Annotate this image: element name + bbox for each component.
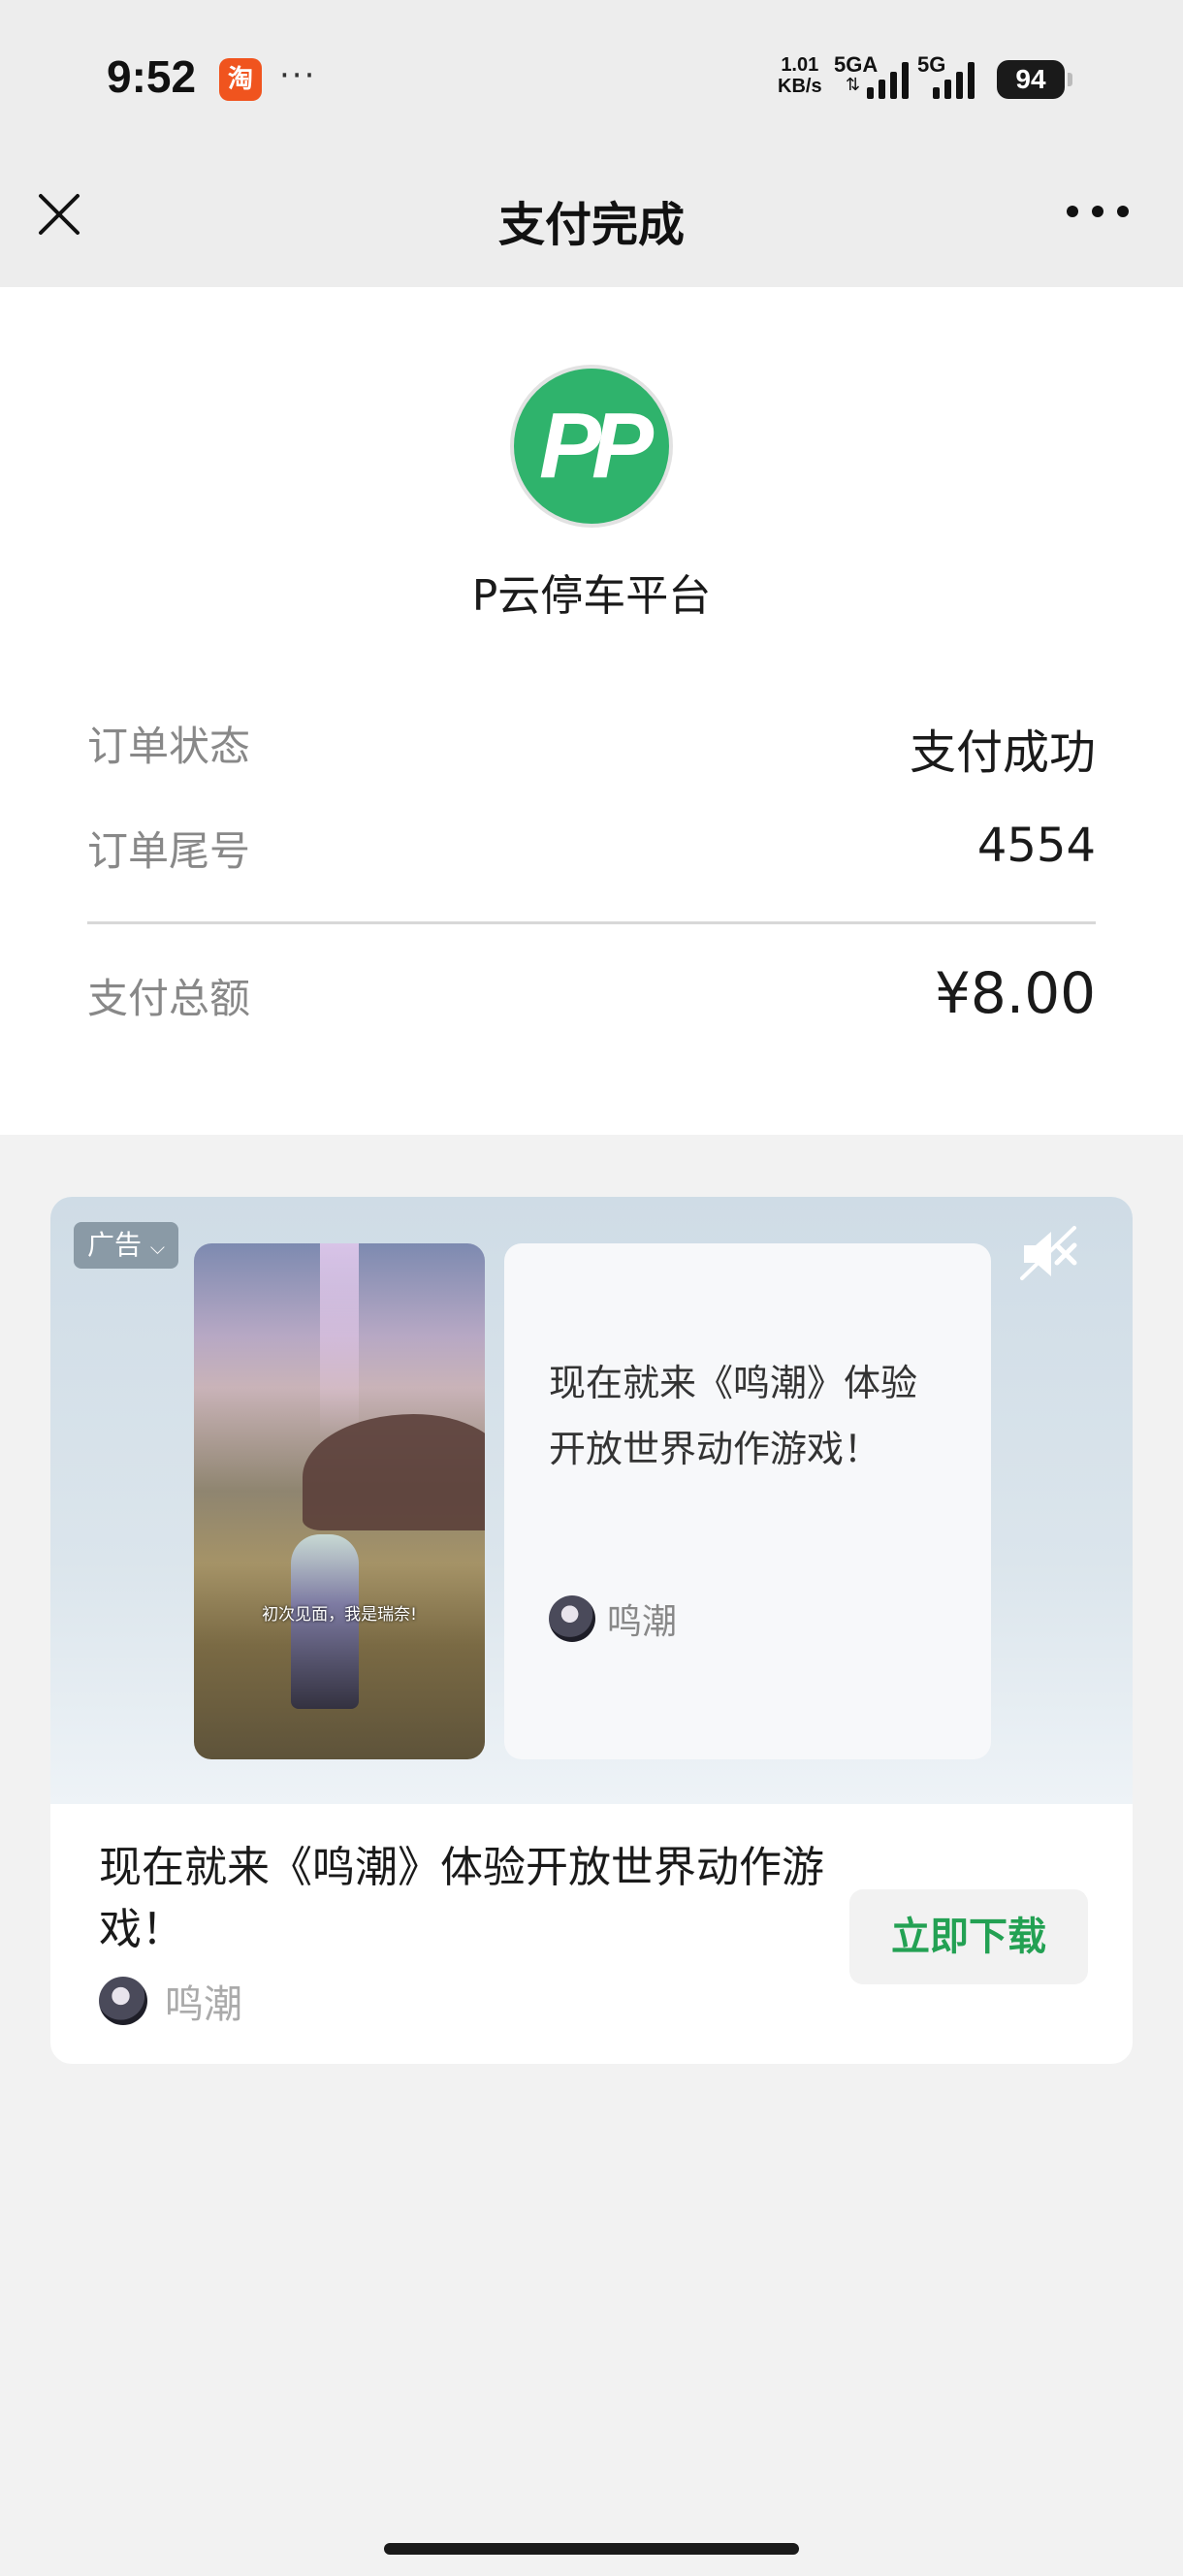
status-time: 9:52	[107, 51, 197, 102]
net-speed: 1.01 KB/s	[778, 54, 822, 97]
merchant-name: P云停车平台	[471, 571, 712, 621]
muted-speaker-icon[interactable]	[1016, 1222, 1080, 1286]
download-button[interactable]: 立即下载	[849, 1889, 1088, 1984]
video-caption: 初次见面，我是瑞奈!	[262, 1605, 417, 1625]
divider	[87, 921, 1096, 924]
ad-bottom-title: 现在就来《鸣潮》体验开放世界动作游戏！	[99, 1843, 824, 1954]
data-arrows-icon: ⇅	[846, 75, 861, 95]
more-icon[interactable]	[1067, 206, 1129, 221]
avatar	[99, 1977, 147, 2025]
net-speed-unit: KB/s	[778, 76, 822, 97]
ad-card[interactable]: 广告 ⌵ 初次见面，我是瑞奈! 现在就来《鸣潮》体验开放世界动作游戏！ 鸣潮 现…	[50, 1197, 1133, 2064]
ad-media-area[interactable]: 广告 ⌵ 初次见面，我是瑞奈! 现在就来《鸣潮》体验开放世界动作游戏！ 鸣潮	[50, 1197, 1133, 1804]
order-number-row: 订单尾号 4554	[87, 819, 1096, 877]
total-amount-row: 支付总额 ¥8.00	[87, 960, 1096, 1026]
order-status-row: 订单状态 支付成功	[87, 714, 1096, 780]
ad-text-card[interactable]: 现在就来《鸣潮》体验开放世界动作游戏！ 鸣潮	[504, 1243, 991, 1759]
ad-bottom-brand-name: 鸣潮	[165, 1982, 242, 2027]
nav-bar: 支付完成	[0, 155, 1183, 287]
order-number-value: 4554	[976, 819, 1096, 873]
signal-icon	[867, 60, 909, 99]
ad-bottom-brand: 鸣潮	[99, 1975, 242, 2027]
ad-text: 现在就来《鸣潮》体验开放世界动作游戏！	[549, 1362, 918, 1470]
total-amount-value: ¥8.00	[934, 960, 1096, 1026]
page-title: 支付完成	[497, 198, 685, 252]
ad-brand-name: 鸣潮	[607, 1602, 678, 1642]
order-number-label: 订单尾号	[87, 827, 251, 875]
video-light-beam	[320, 1243, 359, 1437]
merchant-logo: PP	[510, 365, 673, 528]
taobao-app-icon: 淘	[219, 58, 262, 101]
ad-brand-row: 鸣潮	[549, 1594, 677, 1643]
chevron-down-icon: ⌵	[149, 1236, 166, 1259]
ad-video[interactable]: 初次见面，我是瑞奈!	[194, 1243, 485, 1759]
home-indicator[interactable]	[384, 2543, 799, 2555]
ad-tag[interactable]: 广告 ⌵	[74, 1222, 179, 1269]
battery-icon: 94	[997, 60, 1072, 99]
payment-result-card: PP P云停车平台 订单状态 支付成功 订单尾号 4554 支付总额 ¥8.00	[0, 287, 1183, 1135]
order-status-value: 支付成功	[909, 725, 1096, 780]
status-bar: 9:52 淘 ··· 1.01 KB/s 5GA ⇅ 5G 94	[0, 0, 1183, 155]
ad-tag-label: 广告	[87, 1229, 143, 1261]
status-more-icon: ···	[279, 56, 317, 95]
order-status-label: 订单状态	[87, 723, 251, 770]
net-speed-value: 1.01	[781, 54, 819, 76]
total-amount-label: 支付总额	[87, 975, 251, 1022]
avatar	[549, 1595, 595, 1642]
signal-icon-2	[933, 60, 975, 99]
